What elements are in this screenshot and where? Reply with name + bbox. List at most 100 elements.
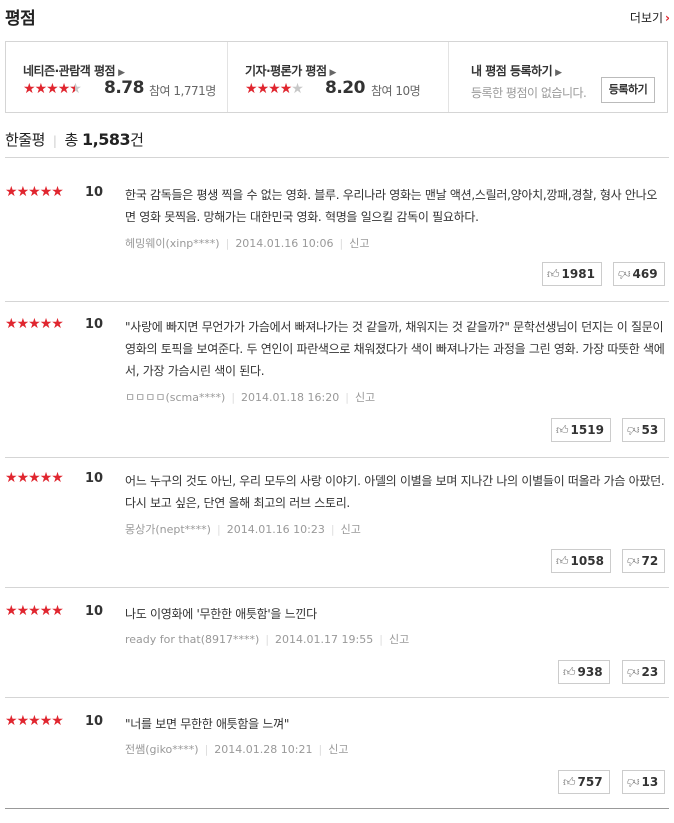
report-link[interactable]: 신고 (349, 237, 369, 250)
thumbs-up-icon: 👍︎ (563, 775, 576, 789)
thumbs-down-icon: 👍︎ (627, 775, 640, 789)
dislike-button[interactable]: 👍︎ 23 (622, 660, 666, 684)
star-icon: ★ (51, 184, 64, 200)
star-icon: ★ (16, 470, 30, 486)
review-item: ★★★★★ 10 나도 이영화에 '무한한 애틋함'을 느낀다 ready fo… (5, 603, 669, 687)
divider (5, 587, 669, 588)
review-item: ★★★★★ 10 한국 감독들은 평생 찍을 수 없는 영화. 블루. 우리나라… (5, 184, 669, 288)
star-icon: ★ (23, 81, 36, 97)
netizen-count: 참여 1,771명 (149, 84, 216, 98)
report-link[interactable]: 신고 (389, 633, 409, 646)
divider: | (231, 391, 236, 404)
my-rating-link[interactable]: 내 평점 등록하기 ▶ (471, 62, 562, 79)
review-date: 2014.01.28 10:21 (214, 743, 313, 756)
section-header: 평점 더보기 › (5, 4, 670, 32)
caret-right-icon: ▶ (118, 68, 125, 78)
star-icon: ★ (28, 316, 41, 332)
rating-section: 평점 더보기› 네티즌·관람객 평점▶ ★★★★★ 8.78 참여 1,771명… (0, 0, 674, 823)
like-button[interactable]: 👍︎ 757 (558, 770, 610, 794)
divider: | (379, 633, 383, 646)
report-link[interactable]: 신고 (328, 743, 348, 756)
star-icon: ★ (46, 81, 59, 97)
netizen-rating-link[interactable]: 네티즌·관람객 평점 ▶ (23, 62, 125, 79)
dislike-count: 72 (641, 554, 659, 568)
divider (5, 157, 669, 158)
report-link[interactable]: 신고 (341, 523, 361, 536)
review-date: 2014.01.16 10:06 (235, 237, 334, 250)
star-icon: ★ (51, 316, 64, 332)
star-icon: ★ (5, 470, 18, 486)
star-icon: ★ (268, 81, 281, 97)
thumbs-up-icon: 👍︎ (547, 267, 560, 281)
like-button[interactable]: 👍︎ 1058 (551, 549, 611, 573)
my-rating: 내 평점 등록하기 ▶ 등록한 평점이 없습니다. 등록하기 (448, 42, 668, 112)
chevron-right-icon: › (665, 11, 670, 25)
review-score: 10 (85, 604, 104, 619)
dislike-button[interactable]: 👍︎ 469 (613, 262, 665, 286)
netizen-stars: ★★★★★ (23, 81, 82, 97)
star-icon: ★ (245, 81, 258, 97)
star-icon: ★ (28, 603, 41, 619)
review-total: 한줄평 | 총 1,583건 (5, 129, 144, 150)
review-text: 어느 누구의 것도 아닌, 우리 모두의 사랑 이야기. 아델의 이별을 보며 … (125, 474, 665, 510)
review-text: "너를 보면 무한한 애틋함을 느껴" (125, 717, 290, 731)
divider (5, 301, 669, 302)
like-count: 938 (577, 665, 603, 679)
like-button[interactable]: 👍︎ 1981 (542, 262, 602, 286)
thumbs-down-icon: 👍︎ (627, 554, 640, 568)
netizen-rating-label: 네티즌·관람객 평점 (23, 64, 116, 78)
review-meta: 헤밍웨이(xinp****) | 2014.01.16 10:06 | 신고 (125, 235, 369, 251)
dislike-button[interactable]: 👍︎ 13 (622, 770, 666, 794)
star-icon: ★ (256, 81, 270, 97)
caret-right-icon: ▶ (329, 68, 337, 78)
dislike-count: 469 (632, 267, 658, 281)
review-stars: ★★★★★ (5, 603, 64, 619)
more-link[interactable]: 더보기 › (630, 9, 670, 26)
critic-rating-label: 기자·평론가 평점 (245, 64, 327, 78)
thumbs-down-icon: 👍︎ (627, 665, 640, 679)
star-icon: ★ (5, 603, 18, 619)
review-text: 나도 이영화에 '무한한 애틋함'을 느낀다 (125, 607, 317, 621)
review-meta: ready for that(8917****) | 2014.01.17 19:5… (125, 631, 409, 647)
section-title: 평점 (5, 9, 36, 29)
star-icon: ★ (16, 713, 30, 729)
like-button[interactable]: 👍︎ 938 (558, 660, 610, 684)
report-link[interactable]: 신고 (355, 391, 375, 404)
review-meta: 몽상가(nept****) | 2014.01.16 10:23 | 신고 (125, 521, 361, 537)
register-rating-button[interactable]: 등록하기 (601, 77, 655, 103)
review-total-label: 한줄평 (5, 131, 45, 149)
review-stars: ★★★★★ (5, 470, 64, 486)
star-icon: ★ (5, 184, 18, 200)
dislike-button[interactable]: 👍︎ 72 (622, 549, 666, 573)
star-icon: ★ (51, 470, 64, 486)
critic-count: 참여 10명 (371, 84, 421, 98)
review-stars: ★★★★★ (5, 184, 64, 200)
like-button[interactable]: 👍︎ 1519 (551, 418, 611, 442)
star-icon: ★ (34, 81, 48, 97)
review-text: "사랑에 빠지면 무언가가 가슴에서 빠져나가는 것 같을까, 채워지는 것 같… (125, 320, 665, 378)
star-icon: ★ (39, 603, 53, 619)
star-icon: ★ (28, 713, 41, 729)
divider: | (345, 391, 349, 404)
rating-summary: 네티즌·관람객 평점▶ ★★★★★ 8.78 참여 1,771명 기자·평론가 … (5, 41, 668, 113)
review-meta: ㅁㅁㅁㅁ(scma****) | 2014.01.18 16:20 | 신고 (125, 389, 375, 405)
review-author: 몽상가(nept****) (125, 523, 211, 536)
star-icon: ★ (16, 603, 30, 619)
like-count: 757 (577, 775, 603, 789)
dislike-count: 23 (641, 665, 659, 679)
critic-rating-link[interactable]: 기자·평론가 평점 ▶ (245, 62, 336, 79)
dislike-button[interactable]: 👍︎ 53 (622, 418, 666, 442)
review-stars: ★★★★★ (5, 316, 64, 332)
divider (5, 457, 669, 458)
star-icon: ★ (16, 184, 30, 200)
dislike-count: 53 (641, 423, 659, 437)
thumbs-up-icon: 👍︎ (563, 665, 576, 679)
dislike-count: 13 (641, 775, 659, 789)
divider: | (339, 237, 344, 250)
divider: | (52, 134, 57, 148)
divider: | (330, 523, 335, 536)
review-date: 2014.01.18 16:20 (241, 391, 340, 404)
divider: | (225, 237, 230, 250)
review-date: 2014.01.17 19:55 (275, 633, 374, 646)
netizen-score: 8.78 (104, 78, 144, 98)
